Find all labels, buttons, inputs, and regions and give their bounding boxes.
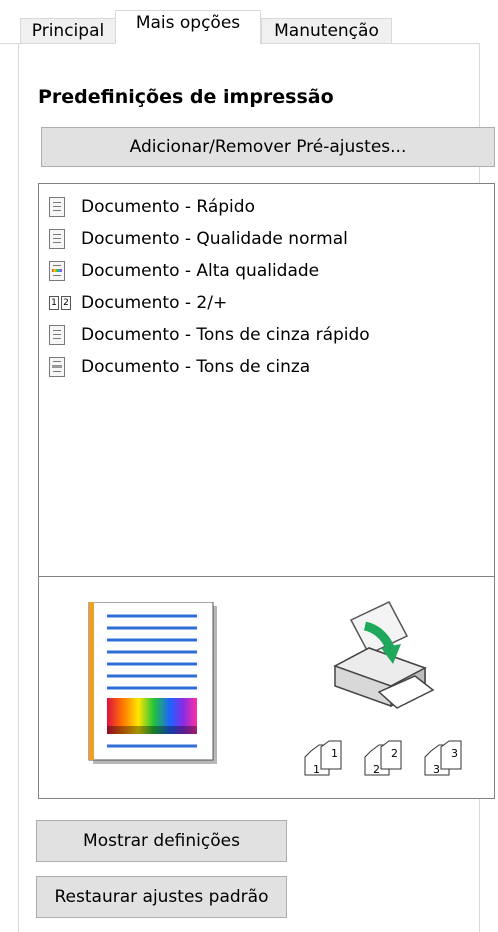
list-item[interactable]: Documento - Alta qualidade [49, 258, 319, 284]
preset-box: Documento - Rápido Documento - Qualidade… [38, 183, 495, 799]
document-icon [49, 229, 65, 249]
preset-list[interactable]: Documento - Rápido Documento - Qualidade… [39, 184, 494, 576]
list-item[interactable]: 12 Documento - 2/+ [49, 290, 227, 316]
collate-label: 2 [373, 763, 380, 776]
list-item-label: Documento - Tons de cinza rápido [81, 325, 370, 345]
list-item-label: Documento - Rápido [81, 197, 255, 217]
list-item[interactable]: Documento - Tons de cinza rápido [49, 322, 370, 348]
list-item-label: Documento - Qualidade normal [81, 229, 348, 249]
document-color-icon [49, 261, 65, 281]
list-item[interactable]: Documento - Qualidade normal [49, 226, 348, 252]
list-item[interactable]: Documento - Tons de cinza [49, 354, 310, 380]
printer-icon [333, 601, 435, 709]
document-icon [49, 197, 65, 217]
collate-label: 3 [451, 747, 458, 760]
add-remove-presets-button[interactable]: Adicionar/Remover Pré-ajustes... [41, 127, 495, 167]
list-item-label: Documento - Tons de cinza [81, 357, 311, 377]
list-item-label: Documento - Alta qualidade [81, 261, 320, 281]
tab-mais-opcoes[interactable]: Mais opções [115, 10, 261, 44]
document-gray-icon [49, 325, 65, 345]
list-item-label: Documento - 2/+ [81, 293, 228, 313]
page-preview-icon [88, 602, 217, 764]
collate-label: 1 [331, 747, 338, 760]
list-item[interactable]: Documento - Rápido [49, 194, 255, 220]
section-title: Predefinições de impressão [38, 86, 334, 108]
tab-principal[interactable]: Principal [20, 18, 116, 43]
restore-defaults-button[interactable]: Restaurar ajustes padrão [36, 876, 287, 918]
document-gray-icon [49, 357, 65, 377]
collate-label: 2 [391, 747, 398, 760]
two-up-icon: 12 [49, 296, 71, 310]
list-divider [39, 576, 494, 577]
collate-label: 3 [433, 763, 440, 776]
show-settings-button[interactable]: Mostrar definições [36, 820, 287, 862]
collate-label: 1 [313, 763, 320, 776]
collate-icon: 1 1 2 2 3 3 [304, 740, 462, 776]
tab-manutencao[interactable]: Manutenção [261, 18, 392, 43]
